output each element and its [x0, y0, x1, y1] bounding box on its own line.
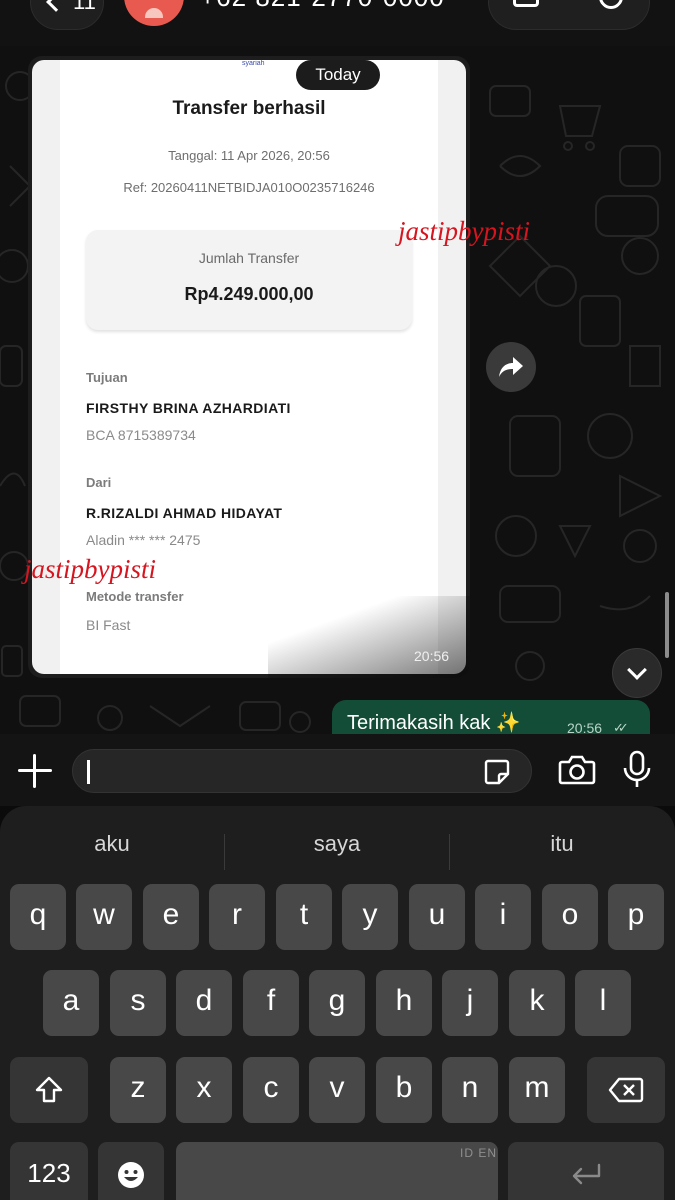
chevron-left-icon — [46, 0, 66, 12]
message-time: 20:56 — [414, 648, 450, 664]
receipt-date: Tanggal: 11 Apr 2026, 20:56 — [168, 148, 330, 163]
emoji-icon — [118, 1162, 144, 1188]
plus-icon[interactable] — [18, 754, 52, 788]
message-time: 20:56 — [567, 720, 603, 734]
message-composer — [0, 734, 675, 806]
key-v[interactable]: v — [309, 1057, 365, 1123]
avatar[interactable] — [124, 0, 184, 26]
camera-icon[interactable] — [558, 754, 596, 786]
key-b[interactable]: b — [376, 1057, 432, 1123]
suggestion-bar: aku saya itu — [0, 816, 675, 872]
destination-label: Tujuan — [86, 370, 128, 385]
chevron-down-icon — [627, 660, 647, 680]
message-input[interactable] — [72, 749, 532, 793]
scrollbar[interactable] — [665, 592, 669, 658]
forward-icon — [499, 357, 523, 377]
watermark-bottom: jastipbypisti — [24, 554, 157, 584]
video-call-icon[interactable] — [513, 0, 539, 7]
backspace-key[interactable] — [587, 1057, 665, 1123]
suggestion-3[interactable]: itu — [450, 816, 674, 872]
unread-count: 11 — [73, 0, 96, 14]
shift-icon — [35, 1076, 63, 1103]
key-q[interactable]: q — [10, 884, 66, 950]
return-icon — [572, 1163, 601, 1185]
key-z[interactable]: z — [110, 1057, 166, 1123]
back-button[interactable]: 11 — [30, 0, 104, 30]
watermark-top: jastipbypisti — [398, 216, 531, 246]
key-l[interactable]: l — [575, 970, 631, 1036]
keyboard: aku saya itu q w e r t y u i o p a s d f… — [0, 806, 675, 1200]
suggestion-2[interactable]: saya — [225, 816, 449, 872]
microphone-icon[interactable] — [622, 750, 652, 790]
read-receipt-icon: ✓✓ — [613, 720, 629, 734]
key-o[interactable]: o — [542, 884, 598, 950]
source-name: R.RIZALDI AHMAD HIDAYAT — [86, 505, 283, 521]
receipt-title: Transfer berhasil — [172, 98, 326, 119]
chat-area[interactable]: syariah Transfer berhasil Tanggal: 11 Ap… — [0, 46, 675, 734]
key-g[interactable]: g — [309, 970, 365, 1036]
numbers-key[interactable]: 123 — [10, 1142, 88, 1200]
return-key[interactable] — [508, 1142, 664, 1200]
key-x[interactable]: x — [176, 1057, 232, 1123]
key-t[interactable]: t — [276, 884, 332, 950]
shift-key[interactable] — [10, 1057, 88, 1123]
source-label: Dari — [86, 475, 112, 490]
date-badge: Today — [296, 60, 380, 90]
person-icon — [145, 8, 163, 18]
key-j[interactable]: j — [442, 970, 498, 1036]
outgoing-message[interactable]: Terimakasih kak ✨ 20:56 ✓✓ — [332, 700, 650, 734]
forward-button[interactable] — [486, 342, 536, 392]
amount-value: Rp4.249.000,00 — [184, 284, 314, 304]
key-w[interactable]: w — [76, 884, 132, 950]
voice-call-icon[interactable] — [594, 0, 628, 14]
image-shade — [268, 596, 470, 678]
source-account: Aladin *** *** 2475 — [86, 532, 201, 548]
bank-logo-fragment: syariah — [242, 60, 265, 67]
key-n[interactable]: n — [442, 1057, 498, 1123]
scroll-to-bottom-button[interactable] — [612, 648, 662, 698]
suggestion-1[interactable]: aku — [0, 816, 224, 872]
chat-header: 11 +62 821-2770-0000 — [0, 0, 675, 46]
key-p[interactable]: p — [608, 884, 664, 950]
destination-account: BCA 8715389734 — [86, 427, 196, 443]
key-m[interactable]: m — [509, 1057, 565, 1123]
sticker-icon[interactable] — [483, 758, 511, 786]
destination-name: FIRSTHY BRINA AZHARDIATI — [86, 400, 291, 416]
key-d[interactable]: d — [176, 970, 232, 1036]
key-u[interactable]: u — [409, 884, 465, 950]
emoji-key[interactable] — [98, 1142, 164, 1200]
key-y[interactable]: y — [342, 884, 398, 950]
contact-name[interactable]: +62 821-2770-0000 — [200, 0, 445, 13]
call-buttons — [488, 0, 650, 30]
key-h[interactable]: h — [376, 970, 432, 1036]
key-a[interactable]: a — [43, 970, 99, 1036]
method-value: BI Fast — [86, 617, 131, 633]
key-r[interactable]: r — [209, 884, 265, 950]
receipt-ref: Ref: 20260411NETBIDJA010O0235716246 — [123, 180, 375, 195]
key-f[interactable]: f — [243, 970, 299, 1036]
key-i[interactable]: i — [475, 884, 531, 950]
message-text: Terimakasih kak ✨ — [347, 712, 521, 734]
key-e[interactable]: e — [143, 884, 199, 950]
key-c[interactable]: c — [243, 1057, 299, 1123]
amount-card: Jumlah Transfer Rp4.249.000,00 — [86, 230, 412, 330]
method-label: Metode transfer — [86, 589, 184, 604]
amount-label: Jumlah Transfer — [198, 250, 300, 266]
key-s[interactable]: s — [110, 970, 166, 1036]
keyboard-language: ID EN — [460, 1146, 498, 1160]
space-key[interactable] — [176, 1142, 498, 1200]
key-k[interactable]: k — [509, 970, 565, 1036]
text-caret — [87, 760, 90, 784]
backspace-icon — [608, 1077, 644, 1103]
